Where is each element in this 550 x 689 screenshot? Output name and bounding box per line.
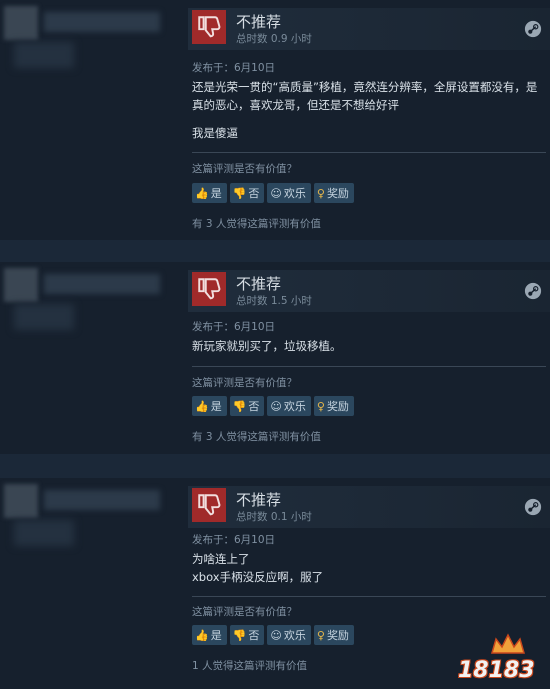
thumbs-up-icon: 👍 (195, 628, 209, 642)
vote-no-label: 否 (248, 400, 260, 413)
award-button[interactable]: ♀ 奖励 (313, 625, 354, 645)
vote-header[interactable]: 不推荐 总时数 0.9 小时 (188, 8, 550, 50)
site-watermark-logo: 18183 (458, 633, 546, 683)
review-line: 新玩家就别买了，垃圾移植。 (192, 339, 342, 353)
thumbs-down-icon (192, 10, 226, 44)
vote-yes-button[interactable]: 👍 是 (192, 183, 227, 203)
vote-buttons: 👍 是 👎 否 ☺ 欢乐 ♀ 奖励 (192, 625, 354, 645)
smile-icon: ☺ (270, 399, 282, 413)
playtime-hours: 总时数 1.5 小时 (236, 295, 312, 307)
helpful-count: 有 3 人觉得这篇评测有价值 (192, 218, 321, 230)
thumbs-down-icon: 👎 (232, 186, 247, 200)
helpful-count: 1 人觉得这篇评测有价值 (192, 660, 308, 672)
watermark-text: 18183 (458, 658, 535, 683)
review-card: 不推荐 总时数 0.9 小时 发布于：6月10日 还是光荣一贯的“高质量”移植，… (0, 0, 550, 240)
thumbs-down-icon: 👎 (232, 399, 247, 413)
avatar[interactable] (4, 6, 38, 40)
award-button[interactable]: ♀ 奖励 (313, 396, 354, 416)
thumbs-up-icon: 👍 (195, 186, 209, 200)
review-line: 还是光荣一贯的“高质量”移植，竟然连分辨率，全屏设置都没有，是 (192, 80, 538, 94)
author-details (14, 304, 74, 330)
vote-funny-button[interactable]: ☺ 欢乐 (267, 183, 311, 203)
vote-no-button[interactable]: 👎 否 (229, 183, 265, 203)
award-label: 奖励 (326, 400, 349, 413)
posted-date: 发布于：6月10日 (192, 534, 276, 546)
posted-date: 发布于：6月10日 (192, 62, 276, 74)
review-line: xbox手柄没反应啊，服了 (192, 570, 324, 584)
divider (192, 152, 546, 153)
steam-icon (524, 20, 542, 38)
vote-header[interactable]: 不推荐 总时数 0.1 小时 (188, 486, 550, 528)
author-details (14, 520, 74, 546)
helpful-question: 这篇评测是否有价值？ (192, 606, 297, 618)
vote-no-label: 否 (248, 187, 260, 200)
vote-header[interactable]: 不推荐 总时数 1.5 小时 (188, 270, 550, 312)
thumbs-down-icon (192, 488, 226, 522)
review-body: 还是光荣一贯的“高质量”移植，竟然连分辨率，全屏设置都没有，是 真的恶心，喜欢龙… (192, 78, 544, 142)
award-label: 奖励 (326, 629, 349, 642)
vote-yes-label: 是 (210, 187, 222, 200)
vote-no-button[interactable]: 👎 否 (229, 625, 265, 645)
vote-funny-button[interactable]: ☺ 欢乐 (267, 396, 311, 416)
author-info-blurred[interactable] (4, 268, 180, 338)
review-line: 真的恶心，喜欢龙哥，但还是不想给好评 (192, 98, 399, 112)
smile-icon: ☺ (270, 628, 282, 642)
award-label: 奖励 (326, 187, 349, 200)
review-line: 我是傻逼 (192, 126, 238, 140)
vote-yes-label: 是 (210, 400, 222, 413)
vote-no-button[interactable]: 👎 否 (229, 396, 265, 416)
divider (192, 366, 546, 367)
vote-no-label: 否 (248, 629, 260, 642)
vote-buttons: 👍 是 👎 否 ☺ 欢乐 ♀ 奖励 (192, 183, 354, 203)
award-button[interactable]: ♀ 奖励 (313, 183, 354, 203)
review-verdict: 不推荐 (236, 275, 282, 293)
award-icon: ♀ (316, 399, 325, 413)
author-name[interactable] (44, 12, 160, 32)
crown-icon (491, 633, 525, 654)
thumbs-down-icon: 👎 (232, 628, 247, 642)
award-icon: ♀ (316, 628, 325, 642)
review-verdict: 不推荐 (236, 491, 282, 509)
playtime-hours: 总时数 0.1 小时 (236, 511, 312, 523)
helpful-count: 有 3 人觉得这篇评测有价值 (192, 431, 321, 443)
author-info-blurred[interactable] (4, 484, 180, 554)
vote-funny-label: 欢乐 (283, 400, 306, 413)
helpful-question: 这篇评测是否有价值？ (192, 377, 297, 389)
thumbs-down-icon (192, 272, 226, 306)
award-icon: ♀ (316, 186, 325, 200)
smile-icon: ☺ (270, 186, 282, 200)
review-body: 为啥连上了 xbox手柄没反应啊，服了 (192, 550, 544, 586)
playtime-hours: 总时数 0.9 小时 (236, 33, 312, 45)
vote-funny-button[interactable]: ☺ 欢乐 (267, 625, 311, 645)
divider (192, 596, 546, 597)
steam-icon (524, 282, 542, 300)
review-line-blank (192, 114, 544, 124)
vote-buttons: 👍 是 👎 否 ☺ 欢乐 ♀ 奖励 (192, 396, 354, 416)
thumbs-up-icon: 👍 (195, 399, 209, 413)
posted-date: 发布于：6月10日 (192, 321, 276, 333)
author-name[interactable] (44, 274, 160, 294)
vote-yes-label: 是 (210, 629, 222, 642)
review-line: 为啥连上了 (192, 552, 250, 566)
review-verdict: 不推荐 (236, 13, 282, 31)
vote-funny-label: 欢乐 (283, 187, 306, 200)
helpful-question: 这篇评测是否有价值？ (192, 163, 297, 175)
vote-funny-label: 欢乐 (283, 629, 306, 642)
author-details (14, 42, 74, 68)
avatar[interactable] (4, 268, 38, 302)
avatar[interactable] (4, 484, 38, 518)
vote-yes-button[interactable]: 👍 是 (192, 625, 227, 645)
author-name[interactable] (44, 490, 160, 510)
vote-yes-button[interactable]: 👍 是 (192, 396, 227, 416)
author-info-blurred[interactable] (4, 6, 180, 76)
steam-icon (524, 498, 542, 516)
review-card: 不推荐 总时数 1.5 小时 发布于：6月10日 新玩家就别买了，垃圾移植。 这… (0, 262, 550, 454)
review-body: 新玩家就别买了，垃圾移植。 (192, 337, 544, 355)
